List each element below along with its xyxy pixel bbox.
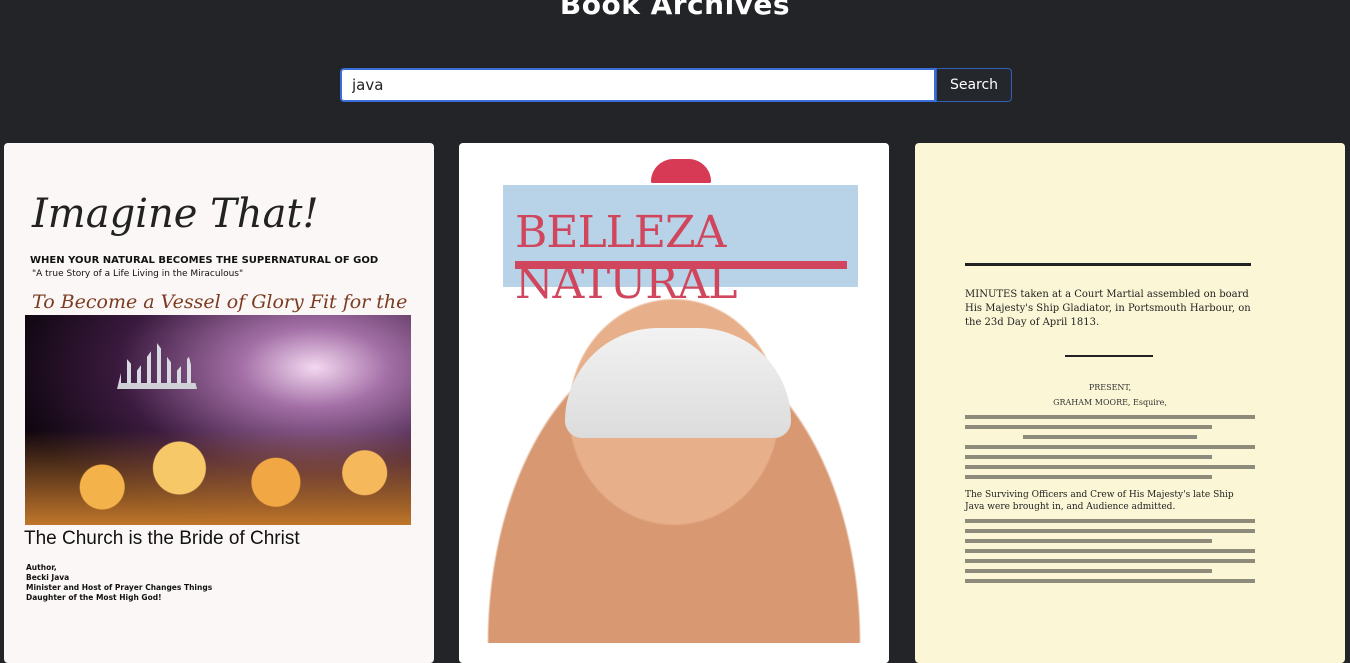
search-input[interactable] xyxy=(340,68,936,102)
cover-tagline: "A true Story of a Life Living in the Mi… xyxy=(32,269,244,279)
search-bar: Search xyxy=(340,68,1012,102)
cover-author: Author, Becki Java Minister and Host of … xyxy=(26,563,213,602)
cover-banner: BELLEZA NATURAL xyxy=(503,159,858,309)
page-rule xyxy=(965,263,1251,266)
search-button[interactable]: Search xyxy=(936,68,1012,102)
cover-subtitle: WHEN YOUR NATURAL BECOMES THE SUPERNATUR… xyxy=(30,255,379,266)
cover-bar xyxy=(515,261,847,269)
cover-title: Imagine That! xyxy=(32,191,319,237)
cover-church-line: The Church is the Bride of Christ xyxy=(24,528,300,549)
cover-illustration xyxy=(25,315,411,525)
book-card[interactable]: MINUTES taken at a Court Martial assembl… xyxy=(915,143,1345,663)
flowers-illustration xyxy=(25,430,411,525)
book-card[interactable]: Imagine That! WHEN YOUR NATURAL BECOMES … xyxy=(4,143,434,663)
cover-photo xyxy=(459,293,889,643)
towel-illustration xyxy=(565,328,791,438)
cover-heading: MINUTES taken at a Court Martial assembl… xyxy=(965,289,1251,328)
cover-body-text: PRESENT, GRAHAM MOORE, Esquire, The Surv… xyxy=(965,383,1255,589)
crown-illustration xyxy=(117,343,197,389)
page-title: Book Archives xyxy=(559,0,791,21)
card-footer xyxy=(459,643,889,663)
cover-title: BELLEZA NATURAL xyxy=(515,207,737,309)
page-divider xyxy=(1065,355,1153,357)
book-card[interactable]: BELLEZA NATURAL xyxy=(459,143,889,663)
publisher-logo xyxy=(503,159,858,187)
